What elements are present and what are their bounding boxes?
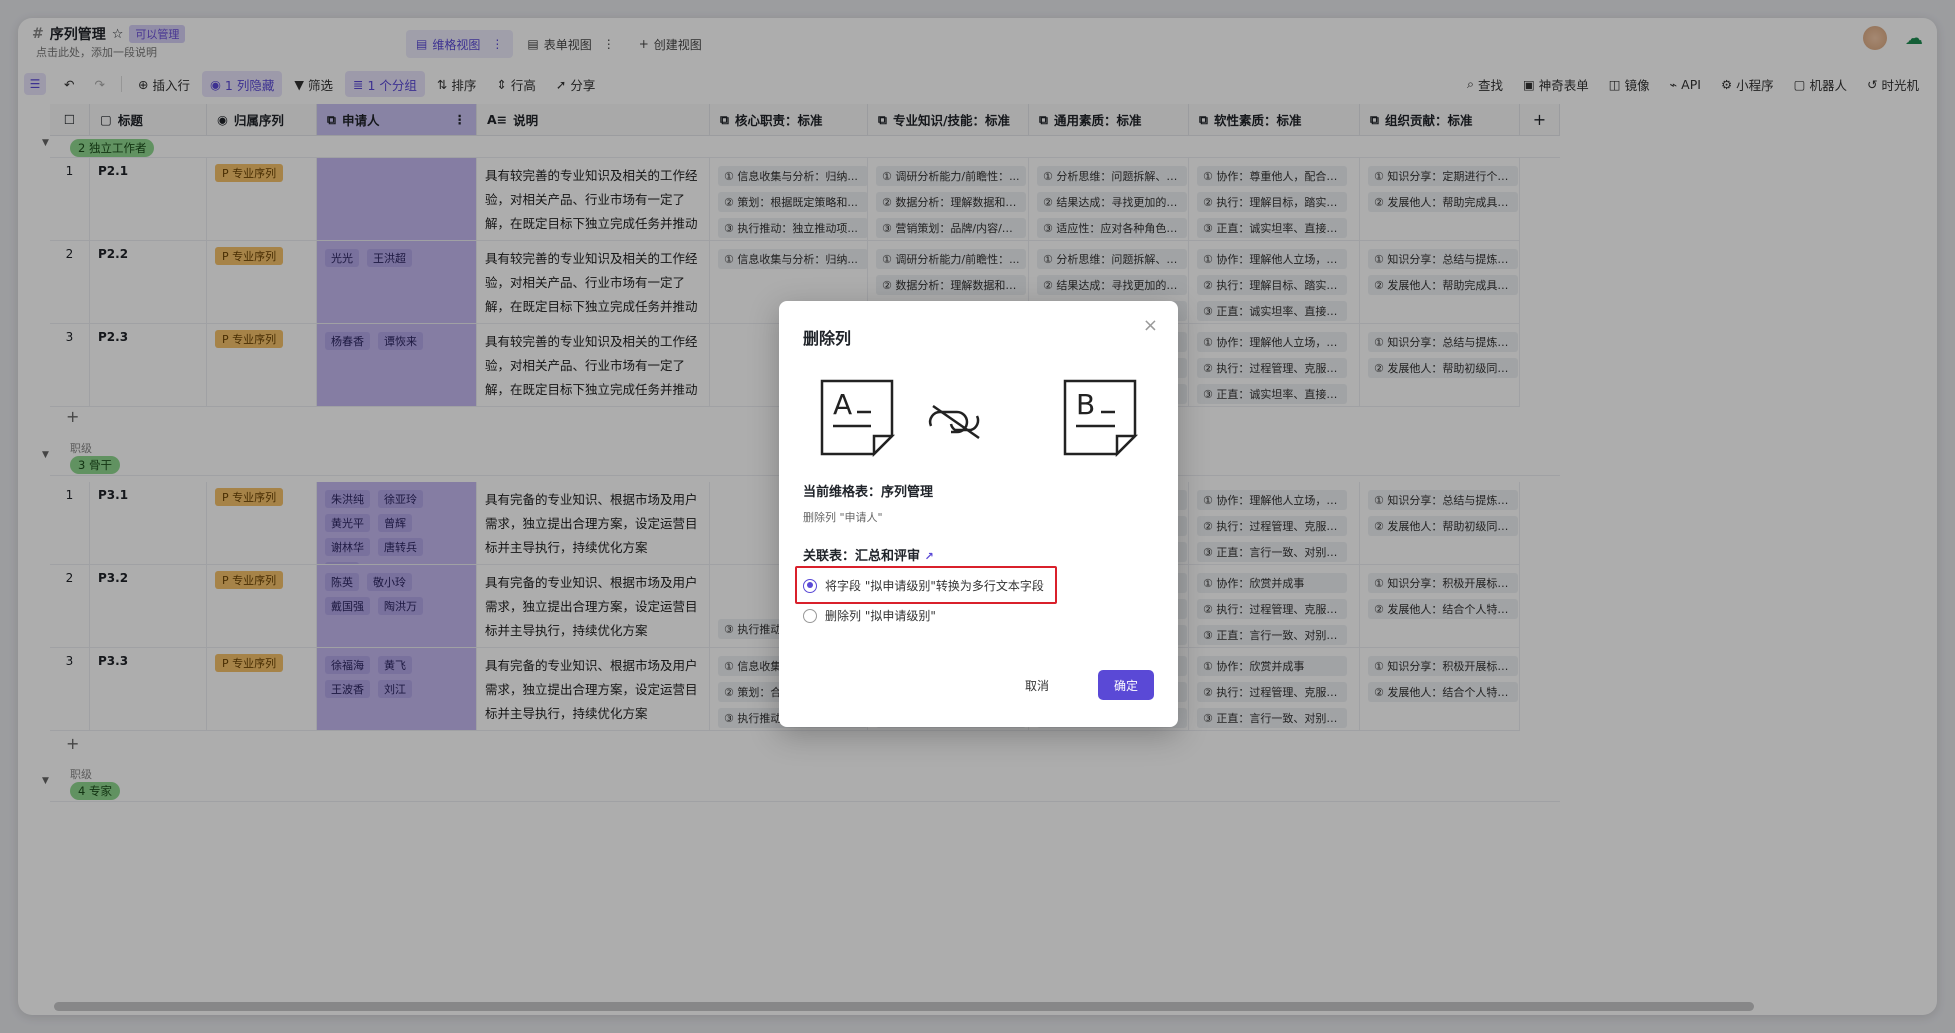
radio-checked-icon[interactable] (803, 578, 817, 593)
doc-a-icon: A (820, 379, 896, 458)
linked-table-label: 关联表：汇总和评审 ↗ (803, 549, 934, 564)
confirm-button[interactable]: 确定 (1098, 670, 1154, 700)
dialog-title: 删除列 (803, 329, 852, 348)
close-icon[interactable]: × (1143, 315, 1158, 336)
svg-text:A: A (833, 388, 852, 421)
unlink-illustration: A B (820, 379, 1139, 458)
delete-column-dialog: 删除列 × A B 当前维格表：序列管理 删除列 "申请人" 关联表：汇总和评审… (779, 301, 1178, 727)
external-link-icon[interactable]: ↗ (925, 550, 934, 563)
cancel-button[interactable]: 取消 (1009, 670, 1065, 700)
delete-field-radio[interactable]: 删除列 "拟申请级别" (803, 607, 936, 624)
current-table-label: 当前维格表：序列管理 (803, 485, 934, 500)
broken-link-icon (928, 404, 980, 440)
doc-b-icon: B (1063, 379, 1139, 458)
delete-column-info: 删除列 "申请人" (803, 511, 883, 524)
convert-field-radio[interactable]: 将字段 "拟申请级别"转换为多行文本字段 (803, 577, 1044, 594)
svg-text:B: B (1076, 388, 1095, 421)
radio-unchecked-icon[interactable] (803, 608, 817, 623)
